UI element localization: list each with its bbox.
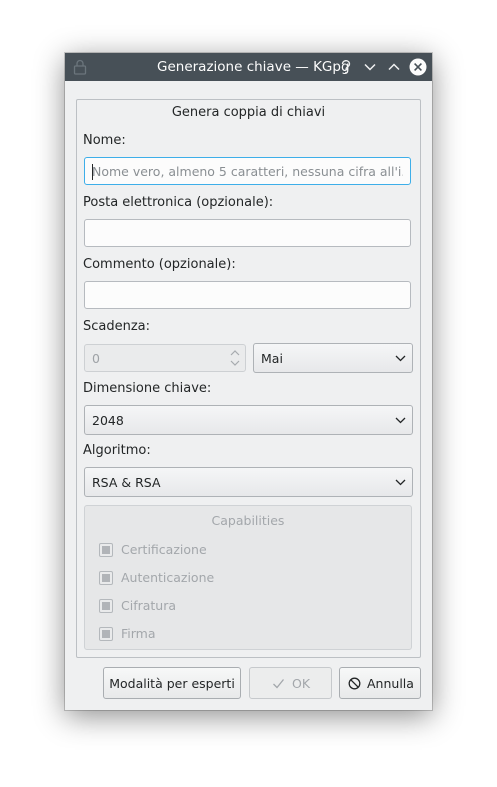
algorithm-label: Algoritmo: — [83, 443, 151, 458]
checkbox-partial-icon[interactable] — [99, 543, 113, 557]
expiry-spinbox[interactable]: 0 — [84, 344, 246, 372]
expert-mode-label: Modalità per esperti — [109, 676, 235, 691]
ok-button[interactable]: OK — [249, 667, 332, 699]
close-icon[interactable] — [409, 58, 427, 76]
checkmark-icon — [273, 679, 285, 689]
capability-label: Firma — [121, 626, 156, 641]
text-cursor — [92, 164, 93, 180]
minimize-icon[interactable] — [361, 58, 379, 76]
ok-label: OK — [292, 676, 311, 691]
expiry-unit-value: Mai — [261, 351, 283, 366]
group-title: Genera coppia di chiavi — [171, 105, 326, 120]
name-field[interactable] — [84, 157, 411, 185]
chevron-down-icon — [395, 355, 406, 362]
algorithm-value: RSA & RSA — [92, 475, 161, 490]
title-bar[interactable]: Generazione chiave — KGpg — [65, 53, 432, 81]
cancel-button[interactable]: Annulla — [339, 667, 421, 699]
window-title: Generazione chiave — KGpg — [157, 59, 350, 75]
capabilities-title: Capabilities — [211, 513, 285, 528]
expiry-unit-combo[interactable]: Mai — [253, 343, 413, 373]
maximize-icon[interactable] — [385, 58, 403, 76]
keysize-label: Dimensione chiave: — [83, 381, 212, 396]
cancel-label: Annulla — [367, 676, 414, 691]
spin-arrows-icon[interactable] — [229, 348, 241, 368]
name-label: Nome: — [83, 133, 126, 148]
checkbox-partial-icon[interactable] — [99, 599, 113, 613]
expiry-label: Scadenza: — [83, 319, 151, 334]
email-field[interactable] — [84, 219, 411, 247]
chevron-down-icon — [395, 417, 406, 424]
algorithm-combo[interactable]: RSA & RSA — [84, 467, 413, 497]
capability-label: Certificazione — [121, 542, 207, 557]
checkbox-partial-icon[interactable] — [99, 571, 113, 585]
help-icon[interactable] — [337, 58, 355, 76]
capability-label: Autenticazione — [121, 570, 215, 585]
email-label: Posta elettronica (opzionale): — [83, 195, 274, 210]
keysize-combo[interactable]: 2048 — [84, 405, 413, 435]
lock-icon — [73, 59, 87, 75]
cancel-icon — [348, 677, 361, 690]
capability-label: Cifratura — [121, 598, 177, 613]
comment-label: Commento (opzionale): — [83, 257, 236, 272]
keysize-value: 2048 — [92, 413, 124, 428]
expiry-value: 0 — [92, 351, 100, 366]
chevron-down-icon — [395, 479, 406, 486]
capabilities-groupbox: Capabilities Certificazione Autenticazio… — [84, 505, 412, 650]
expert-mode-button[interactable]: Modalità per esperti — [103, 667, 241, 699]
key-generation-dialog: Generazione chiave — KGpg Genera coppia … — [65, 53, 432, 710]
checkbox-partial-icon[interactable] — [99, 627, 113, 641]
comment-field[interactable] — [84, 281, 411, 309]
